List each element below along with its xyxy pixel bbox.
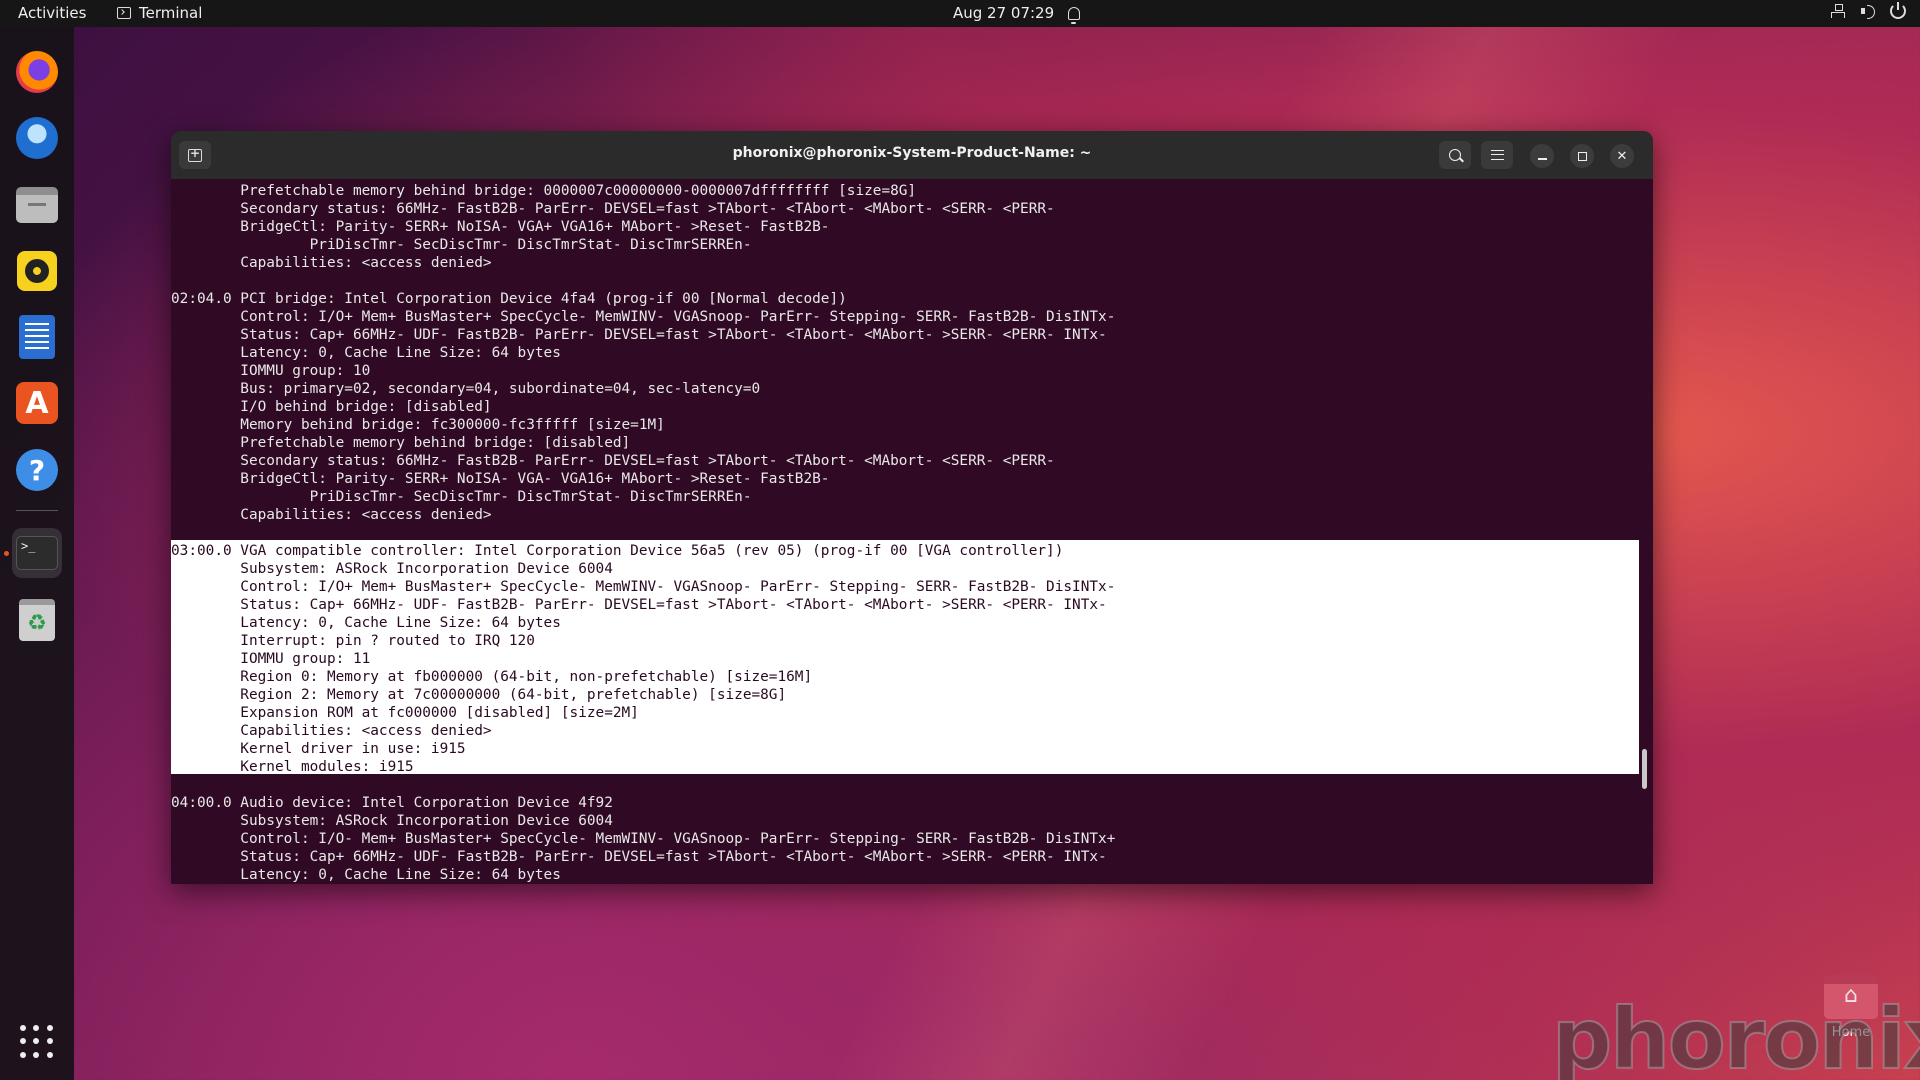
terminal-line: Secondary status: 66MHz- FastB2B- ParErr… bbox=[171, 453, 1055, 469]
terminal-line: I/O behind bridge: [disabled] bbox=[171, 399, 492, 415]
dock-item-trash[interactable]: ♻ bbox=[12, 595, 62, 645]
app-menu-label: Terminal bbox=[139, 4, 203, 22]
terminal-line: Kernel modules: i915 bbox=[171, 759, 414, 775]
top-bar: Activities Terminal Aug 27 07:29 bbox=[0, 0, 1920, 27]
dock-item-rhythmbox[interactable] bbox=[12, 246, 62, 296]
terminal-line: Status: Cap+ 66MHz- UDF- FastB2B- ParErr… bbox=[171, 597, 1107, 613]
terminal-line: Kernel driver in use: i915 bbox=[171, 741, 466, 757]
show-apps-button[interactable] bbox=[12, 1017, 62, 1067]
files-icon bbox=[16, 187, 58, 223]
terminal-line: Capabilities: <access denied> bbox=[171, 255, 492, 271]
terminal-line: Status: Cap+ 66MHz- UDF- FastB2B- ParErr… bbox=[171, 849, 1107, 865]
terminal-line: 03:00.0 VGA compatible controller: Intel… bbox=[171, 543, 1064, 559]
terminal-line: IOMMU group: 11 bbox=[171, 651, 371, 667]
help-icon: ? bbox=[16, 449, 58, 491]
terminal-line: BridgeCtl: Parity- SERR+ NoISA- VGA- VGA… bbox=[171, 471, 830, 487]
volume-icon[interactable] bbox=[1860, 3, 1876, 19]
terminal-line: IOMMU group: 10 bbox=[171, 363, 371, 379]
clock-label: Aug 27 07:29 bbox=[953, 4, 1055, 22]
minimize-icon bbox=[1537, 158, 1547, 160]
terminal-line: Subsystem: ASRock Incorporation Device 6… bbox=[171, 813, 613, 829]
clock-button[interactable]: Aug 27 07:29 bbox=[953, 4, 1081, 24]
network-icon[interactable] bbox=[1830, 3, 1846, 19]
terminal-line: Latency: 0, Cache Line Size: 64 bytes bbox=[171, 345, 561, 361]
terminal-line: Memory behind bridge: fc300000-fc3fffff … bbox=[171, 417, 665, 433]
terminal-line: Status: Cap+ 66MHz- UDF- FastB2B- ParErr… bbox=[171, 327, 1107, 343]
dock-item-app-center[interactable]: A bbox=[12, 378, 62, 428]
terminal-line: Expansion ROM at fc000000 [disabled] [si… bbox=[171, 705, 639, 721]
terminal-line: Interrupt: pin ? routed to IRQ 120 bbox=[171, 633, 535, 649]
writer-icon bbox=[19, 315, 55, 359]
terminal-line: Prefetchable memory behind bridge: [disa… bbox=[171, 435, 631, 451]
window-titlebar[interactable]: phoronix@phoronix-System-Product-Name: ~… bbox=[171, 131, 1653, 179]
terminal-line: Secondary status: 66MHz- FastB2B- ParErr… bbox=[171, 201, 1055, 217]
maximize-button[interactable] bbox=[1570, 144, 1594, 168]
maximize-icon bbox=[1577, 151, 1587, 161]
thunderbird-icon bbox=[16, 117, 58, 159]
phoronix-watermark: phoronix bbox=[1551, 989, 1920, 1080]
terminal-line: Latency: 0, Cache Line Size: 64 bytes bbox=[171, 615, 561, 631]
terminal-line: 02:04.0 PCI bridge: Intel Corporation De… bbox=[171, 291, 847, 307]
system-tray[interactable] bbox=[1830, 2, 1906, 19]
dock-separator bbox=[16, 510, 58, 511]
menu-button[interactable] bbox=[1481, 141, 1513, 169]
scrollbar-thumb[interactable] bbox=[1642, 749, 1647, 789]
terminal-line: PriDiscTmr- SecDiscTmr- DiscTmrStat- Dis… bbox=[171, 489, 752, 505]
terminal-small-icon bbox=[117, 7, 131, 19]
terminal-line: BridgeCtl: Parity- SERR+ NoISA- VGA+ VGA… bbox=[171, 219, 830, 235]
terminal-line: Bus: primary=02, secondary=04, subordina… bbox=[171, 381, 761, 397]
app-store-icon: A bbox=[16, 382, 58, 424]
terminal-line: Subsystem: ASRock Incorporation Device 6… bbox=[171, 561, 613, 577]
activities-button[interactable]: Activities bbox=[18, 4, 86, 22]
firefox-icon bbox=[16, 51, 58, 93]
search-icon bbox=[1449, 149, 1461, 161]
terminal-line: Control: I/O- Mem+ BusMaster+ SpecCycle-… bbox=[171, 831, 1116, 847]
running-indicator bbox=[4, 551, 9, 556]
terminal-line: Control: I/O+ Mem+ BusMaster+ SpecCycle-… bbox=[171, 309, 1116, 325]
dock-item-thunderbird[interactable] bbox=[12, 113, 62, 163]
search-button[interactable] bbox=[1439, 141, 1471, 169]
close-button[interactable]: ✕ bbox=[1610, 144, 1634, 168]
dock-item-files[interactable] bbox=[12, 180, 62, 230]
dock-item-firefox[interactable] bbox=[12, 47, 62, 97]
terminal-line: Capabilities: <access denied> bbox=[171, 723, 492, 739]
power-icon[interactable] bbox=[1890, 2, 1906, 19]
terminal-line: Region 0: Memory at fb000000 (64-bit, no… bbox=[171, 669, 813, 685]
terminal-window[interactable]: phoronix@phoronix-System-Product-Name: ~… bbox=[171, 131, 1653, 884]
dock-item-help[interactable]: ? bbox=[12, 445, 62, 495]
terminal-line: PriDiscTmr- SecDiscTmr- DiscTmrStat- Dis… bbox=[171, 237, 752, 253]
terminal-output[interactable]: Prefetchable memory behind bridge: 00000… bbox=[171, 179, 1653, 884]
dock-item-writer[interactable] bbox=[12, 312, 62, 362]
app-menu[interactable]: Terminal bbox=[117, 4, 202, 22]
window-title: phoronix@phoronix-System-Product-Name: ~ bbox=[732, 145, 1092, 161]
trash-icon: ♻ bbox=[19, 599, 55, 641]
dock-item-terminal[interactable]: >_ bbox=[12, 528, 62, 578]
close-icon: ✕ bbox=[1616, 148, 1628, 164]
app-grid-icon bbox=[20, 1025, 54, 1059]
terminal-line: Control: I/O+ Mem+ BusMaster+ SpecCycle-… bbox=[171, 579, 1116, 595]
hamburger-menu-icon bbox=[1490, 150, 1504, 160]
minimize-button[interactable] bbox=[1530, 144, 1554, 168]
terminal-icon: >_ bbox=[16, 536, 58, 570]
terminal-line: Capabilities: <access denied> bbox=[171, 507, 492, 523]
terminal-line: Region 2: Memory at 7c00000000 (64-bit, … bbox=[171, 687, 787, 703]
terminal-line: 04:00.0 Audio device: Intel Corporation … bbox=[171, 795, 613, 811]
rhythmbox-icon bbox=[17, 251, 57, 291]
bell-icon bbox=[1068, 6, 1081, 24]
terminal-line: Prefetchable memory behind bridge: 00000… bbox=[171, 183, 917, 199]
dock: A ? >_ ♻ bbox=[0, 27, 74, 1080]
terminal-line: Latency: 0, Cache Line Size: 64 bytes bbox=[171, 867, 561, 883]
